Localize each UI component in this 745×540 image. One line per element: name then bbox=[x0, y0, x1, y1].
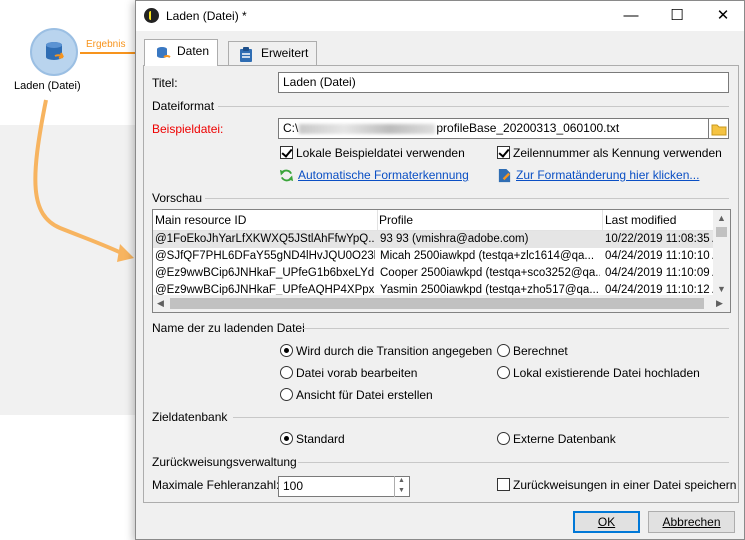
scroll-left-icon[interactable]: ◀ bbox=[157, 298, 164, 309]
cell-last-modified: 04/24/2019 11:10:10 A bbox=[605, 250, 713, 262]
save-rejects-label: Zurückweisungen in einer Datei speichern bbox=[513, 478, 737, 492]
use-line-number-label: Zeilennummer als Kennung verwenden bbox=[513, 146, 722, 160]
max-errors-input[interactable]: 100 bbox=[278, 476, 410, 497]
refresh-icon bbox=[279, 169, 294, 182]
column-header[interactable]: Last modified bbox=[605, 213, 676, 227]
radio-create-view-label: Ansicht für Datei erstellen bbox=[296, 388, 433, 402]
column-divider bbox=[602, 210, 603, 231]
radio-standard[interactable] bbox=[280, 432, 293, 445]
radio-preprocess-label: Datei vorab bearbeiten bbox=[296, 366, 418, 380]
stepper-down-icon[interactable]: ▼ bbox=[398, 487, 405, 494]
radio-upload-local-label: Lokal existierende Datei hochladen bbox=[513, 366, 700, 380]
radio-calculated[interactable] bbox=[497, 344, 510, 357]
database-icon bbox=[157, 47, 171, 58]
maximize-button[interactable]: ☐ bbox=[654, 1, 700, 31]
scroll-down-icon[interactable]: ▼ bbox=[717, 284, 726, 294]
cell-profile: Cooper 2500iawkpd (testqa+sco3252@qa... bbox=[380, 267, 600, 279]
radio-create-view[interactable] bbox=[280, 388, 293, 401]
vertical-scroll-thumb[interactable] bbox=[716, 227, 727, 237]
clipboard-icon bbox=[240, 47, 252, 62]
radio-transition[interactable] bbox=[280, 344, 293, 357]
radio-transition-label: Wird durch die Transition angegeben bbox=[296, 344, 493, 358]
preview-grid[interactable]: Main resource ID Profile Last modified @… bbox=[152, 209, 731, 313]
cancel-button-label: Abbrechen bbox=[662, 515, 721, 529]
separator bbox=[233, 417, 729, 418]
vertical-scrollbar[interactable]: ▲ ▼ bbox=[713, 210, 730, 297]
title-label: Titel: bbox=[152, 76, 178, 90]
folder-icon bbox=[711, 124, 727, 136]
separator bbox=[303, 328, 729, 329]
minimize-button[interactable]: — bbox=[608, 1, 654, 31]
scroll-up-icon[interactable]: ▲ bbox=[717, 213, 726, 223]
use-local-sample-label: Lokale Beispieldatei verwenden bbox=[296, 146, 465, 160]
section-filename: Name der zu ladenden Datei bbox=[152, 321, 305, 335]
tab-daten[interactable]: Daten bbox=[144, 39, 219, 66]
max-errors-label: Maximale Fehleranzahl: bbox=[152, 478, 280, 492]
column-header[interactable]: Profile bbox=[379, 213, 413, 227]
section-reject: Zurückweisungsverwaltung bbox=[152, 455, 297, 469]
ok-button-label: OK bbox=[597, 515, 616, 529]
table-row[interactable]: @1FoEkoJhYarLfXKWXQ5JStlAhFfwYpQ... 93 9… bbox=[153, 231, 713, 248]
radio-external-db[interactable] bbox=[497, 432, 510, 445]
section-dateiformat: Dateiformat bbox=[152, 99, 215, 113]
tab-erweitert[interactable]: Erweitert bbox=[228, 41, 318, 65]
edit-format-icon bbox=[498, 168, 511, 183]
tab-daten-label: Daten bbox=[177, 44, 210, 58]
section-target-db: Zieldatenbank bbox=[152, 410, 228, 424]
use-line-number-checkbox[interactable] bbox=[497, 146, 510, 159]
app-icon bbox=[144, 8, 159, 23]
section-vorschau: Vorschau bbox=[152, 191, 203, 205]
ok-button[interactable]: OK bbox=[573, 511, 640, 533]
sample-file-path-suffix: profileBase_20200313_060100.txt bbox=[436, 121, 620, 135]
tab-erweitert-label: Erweitert bbox=[261, 46, 309, 60]
blurred-path-segment bbox=[299, 123, 436, 134]
radio-upload-local[interactable] bbox=[497, 366, 510, 379]
auto-format-link[interactable]: Automatische Formaterkennung bbox=[298, 168, 469, 182]
sample-file-input[interactable]: C:\ profileBase_20200313_060100.txt bbox=[278, 118, 709, 139]
cell-resource-id: @1FoEkoJhYarLfXKWXQ5JStlAhFfwYpQ... bbox=[155, 233, 375, 245]
table-row[interactable]: @Ez9wwBCip6JNHkaF_UPfeG1b6bxeLYd... Coop… bbox=[153, 265, 713, 282]
browse-folder-button[interactable] bbox=[709, 118, 729, 139]
save-rejects-checkbox[interactable] bbox=[497, 478, 510, 491]
column-divider bbox=[377, 210, 378, 231]
scroll-right-icon[interactable]: ▶ bbox=[716, 298, 723, 309]
radio-preprocess[interactable] bbox=[280, 366, 293, 379]
cell-resource-id: @SJfQF7PHL6DFaY55gND4lHvJQU0O23l_... bbox=[155, 250, 375, 262]
separator bbox=[205, 198, 729, 199]
horizontal-scroll-thumb[interactable] bbox=[170, 298, 704, 309]
cancel-button[interactable]: Abbrechen bbox=[648, 511, 735, 533]
title-input[interactable]: Laden (Datei) bbox=[278, 72, 729, 93]
window-title: Laden (Datei) * bbox=[166, 9, 247, 23]
sample-file-path-prefix: C:\ bbox=[283, 121, 299, 135]
max-errors-stepper[interactable]: ▲ ▼ bbox=[394, 476, 409, 497]
horizontal-scrollbar[interactable]: ◀ ▶ bbox=[153, 295, 730, 312]
separator bbox=[218, 106, 729, 107]
grid-header: Main resource ID Profile Last modified bbox=[153, 210, 730, 231]
stepper-up-icon[interactable]: ▲ bbox=[398, 477, 405, 484]
cell-last-modified: 04/24/2019 11:10:09 A bbox=[605, 267, 713, 279]
sample-file-label: Beispieldatei: bbox=[152, 122, 224, 136]
use-local-sample-checkbox[interactable] bbox=[280, 146, 293, 159]
title-bar[interactable]: Laden (Datei) * — ☐ ✕ bbox=[136, 1, 744, 31]
separator bbox=[298, 462, 729, 463]
cell-last-modified: 10/22/2019 11:08:35 A bbox=[605, 233, 713, 245]
change-format-link[interactable]: Zur Formatänderung hier klicken... bbox=[516, 168, 699, 182]
cell-profile: 93 93 (vmishra@adobe.com) bbox=[380, 233, 529, 245]
radio-calculated-label: Berechnet bbox=[513, 344, 568, 358]
cell-resource-id: @Ez9wwBCip6JNHkaF_UPfeG1b6bxeLYd... bbox=[155, 267, 375, 279]
column-header[interactable]: Main resource ID bbox=[155, 213, 246, 227]
radio-external-db-label: Externe Datenbank bbox=[513, 432, 616, 446]
radio-standard-label: Standard bbox=[296, 432, 345, 446]
cell-profile: Micah 2500iawkpd (testqa+zlc1614@qa... bbox=[380, 250, 595, 262]
table-row[interactable]: @SJfQF7PHL6DFaY55gND4lHvJQU0O23l_... Mic… bbox=[153, 248, 713, 265]
close-button[interactable]: ✕ bbox=[700, 1, 745, 31]
